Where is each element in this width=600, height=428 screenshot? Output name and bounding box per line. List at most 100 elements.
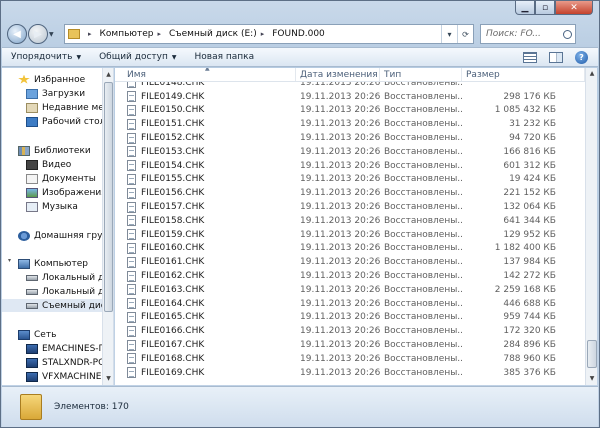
command-bar: Упорядочить ▼ Общий доступ ▼ Новая папка ? <box>2 47 598 67</box>
file-type: Восстановлены... <box>384 340 462 351</box>
sidebar-item-libraries[interactable]: Библиотеки <box>18 144 113 157</box>
minimize-button[interactable]: ▁ <box>515 1 535 15</box>
scrollbar-thumb[interactable] <box>587 340 597 368</box>
sidebar-item-music[interactable]: Музыка <box>26 200 113 213</box>
breadcrumb-found[interactable]: FOUND.000 <box>272 29 325 39</box>
sidebar-item-pc-vfxmachine[interactable]: VFXMACHINE <box>26 370 113 383</box>
chevron-right-icon[interactable]: ▸ <box>157 30 161 38</box>
file-type: Восстановлены... <box>384 146 462 157</box>
sidebar-item-removable-disk[interactable]: Съемный диск ( <box>2 299 113 312</box>
sidebar-item-video[interactable]: Видео <box>26 158 113 171</box>
computer-icon <box>18 258 30 269</box>
breadcrumb-label: Съемный диск (E:) <box>168 29 257 39</box>
table-row[interactable]: FILE0154.CHK 19.11.2013 20:26 Восстановлен… <box>115 159 585 173</box>
file-name: FILE0150.CHK <box>141 105 205 116</box>
file-name-cell: FILE0158.CHK <box>115 215 300 227</box>
table-row[interactable]: FILE0156.CHK 19.11.2013 20:26 Восстановлен… <box>115 186 585 200</box>
column-label: Имя <box>127 69 146 80</box>
close-button[interactable]: ✕ <box>555 1 593 15</box>
table-row[interactable]: FILE0162.CHK 19.11.2013 20:26 Восстановлен… <box>115 269 585 283</box>
chk-file-icon <box>127 173 136 185</box>
back-button[interactable]: ◀ <box>7 24 27 44</box>
search-icon[interactable] <box>563 29 572 39</box>
table-row[interactable]: FILE0161.CHK 19.11.2013 20:26 Восстановлен… <box>115 255 585 269</box>
sidebar-item-computer[interactable]: Компьютер <box>18 257 113 270</box>
crumb-separator-icon[interactable]: ▸ <box>84 30 96 38</box>
breadcrumb-removable-disk[interactable]: Съемный диск (E:) ▸ <box>169 29 268 39</box>
sidebar-item-local-disk-2[interactable]: Локальный диск <box>26 285 113 298</box>
column-date-header[interactable]: Дата изменения <box>296 68 380 81</box>
table-row[interactable]: FILE0153.CHK 19.11.2013 20:26 Восстановлен… <box>115 145 585 159</box>
chk-file-icon <box>127 104 136 116</box>
maximize-button[interactable]: ▫ <box>535 1 555 15</box>
table-row[interactable]: FILE0158.CHK 19.11.2013 20:26 Восстановлен… <box>115 214 585 228</box>
file-type: Восстановлены... <box>384 160 462 171</box>
sort-caret-icon: ▲ <box>205 68 210 72</box>
history-dropdown-icon[interactable]: ▼ <box>49 31 58 38</box>
file-list-scrollbar[interactable]: ▲ ▼ <box>585 68 597 385</box>
sidebar-item-pc-stalxndr[interactable]: STALXNDR-PC <box>26 356 113 369</box>
scroll-up-icon[interactable]: ▲ <box>104 70 113 79</box>
table-row[interactable]: FILE0160.CHK 19.11.2013 20:26 Восстановлен… <box>115 242 585 256</box>
sidebar-item-images[interactable]: Изображения <box>26 186 113 199</box>
breadcrumb-computer[interactable]: Компьютер ▸ <box>100 29 165 39</box>
table-row[interactable]: FILE0152.CHK 19.11.2013 20:26 Восстановлен… <box>115 131 585 145</box>
sidebar-item-label: Библиотеки <box>34 145 91 156</box>
table-row[interactable]: FILE0169.CHK 19.11.2013 20:26 Восстановлен… <box>115 366 585 380</box>
new-folder-button[interactable]: Новая папка <box>186 48 264 66</box>
sidebar-item-recent[interactable]: Недавние места <box>26 101 113 114</box>
change-view-icon[interactable] <box>523 51 537 63</box>
table-row[interactable]: FILE0157.CHK 19.11.2013 20:26 Восстановлен… <box>115 200 585 214</box>
sidebar-item-downloads[interactable]: Загрузки <box>26 87 113 100</box>
refresh-icon[interactable]: ⟳ <box>457 25 473 43</box>
table-row[interactable]: FILE0151.CHK 19.11.2013 20:26 Восстановлен… <box>115 117 585 131</box>
table-row[interactable]: FILE0150.CHK 19.11.2013 20:26 Восстановлен… <box>115 104 585 118</box>
sidebar-item-label: Изображения <box>42 187 107 198</box>
file-date: 19.11.2013 20:26 <box>300 229 381 240</box>
preview-pane-icon[interactable] <box>549 51 563 63</box>
navigation-scrollbar[interactable]: ▲ ▼ <box>102 68 113 385</box>
expand-arrow-icon[interactable]: ▾ <box>8 257 16 264</box>
table-row[interactable]: FILE0168.CHK 19.11.2013 20:26 Восстановлен… <box>115 352 585 366</box>
chk-file-icon <box>127 353 136 365</box>
column-type-header[interactable]: Тип <box>380 68 462 81</box>
sidebar-item-favorites[interactable]: Избранное <box>18 73 113 86</box>
table-row[interactable]: FILE0149.CHK 19.11.2013 20:26 Восстановлен… <box>115 90 585 104</box>
table-row[interactable]: FILE0159.CHK 19.11.2013 20:26 Восстановлен… <box>115 228 585 242</box>
documents-icon <box>26 173 38 184</box>
share-button[interactable]: Общий доступ ▼ <box>90 48 185 66</box>
file-date: 19.11.2013 20:26 <box>300 340 381 351</box>
forward-button[interactable]: ▶ <box>28 24 48 44</box>
file-size: 788 960 КБ <box>503 353 556 364</box>
table-row[interactable]: FILE0166.CHK 19.11.2013 20:26 Восстановлен… <box>115 324 585 338</box>
file-type: Восстановлены... <box>384 243 462 254</box>
chk-file-icon <box>127 118 136 130</box>
sidebar-item-local-disk-1[interactable]: Локальный диск <box>26 271 113 284</box>
scroll-up-icon[interactable]: ▲ <box>587 69 597 79</box>
organize-button[interactable]: Упорядочить ▼ <box>2 48 90 66</box>
file-type: Восстановлены... <box>384 257 462 268</box>
table-row[interactable]: FILE0164.CHK 19.11.2013 20:26 Восстановлен… <box>115 297 585 311</box>
chevron-right-icon[interactable]: ▸ <box>261 30 265 38</box>
search-input[interactable]: Поиск: FO... <box>480 24 576 44</box>
file-name-cell: FILE0149.CHK <box>115 91 300 103</box>
sidebar-item-pc-emachines[interactable]: EMACHINES-ПК <box>26 342 113 355</box>
table-row[interactable]: FILE0155.CHK 19.11.2013 20:26 Восстановлен… <box>115 173 585 187</box>
address-dropdown-icon[interactable]: ▾ <box>441 25 457 43</box>
scroll-down-icon[interactable]: ▼ <box>587 374 597 384</box>
sidebar-item-label: Избранное <box>34 74 86 85</box>
sidebar-item-desktop[interactable]: Рабочий стол <box>26 115 113 128</box>
file-name: FILE0168.CHK <box>141 353 205 364</box>
table-row[interactable]: FILE0163.CHK 19.11.2013 20:26 Восстановлен… <box>115 283 585 297</box>
column-size-header[interactable]: Размер <box>462 68 585 81</box>
chevron-down-icon: ▼ <box>171 53 177 61</box>
table-row[interactable]: FILE0165.CHK 19.11.2013 20:26 Восстановлен… <box>115 311 585 325</box>
sidebar-item-documents[interactable]: Документы <box>26 172 113 185</box>
scrollbar-thumb[interactable] <box>104 82 113 312</box>
scroll-down-icon[interactable]: ▼ <box>104 374 113 383</box>
table-row[interactable]: FILE0167.CHK 19.11.2013 20:26 Восстановлен… <box>115 338 585 352</box>
address-bar[interactable]: ▸ Компьютер ▸ Съемный диск (E:) ▸ FOUND.00… <box>64 24 474 44</box>
sidebar-item-homegroup[interactable]: Домашняя группа <box>18 229 113 242</box>
help-icon[interactable]: ? <box>575 50 588 64</box>
sidebar-item-network[interactable]: Сеть <box>18 328 113 341</box>
